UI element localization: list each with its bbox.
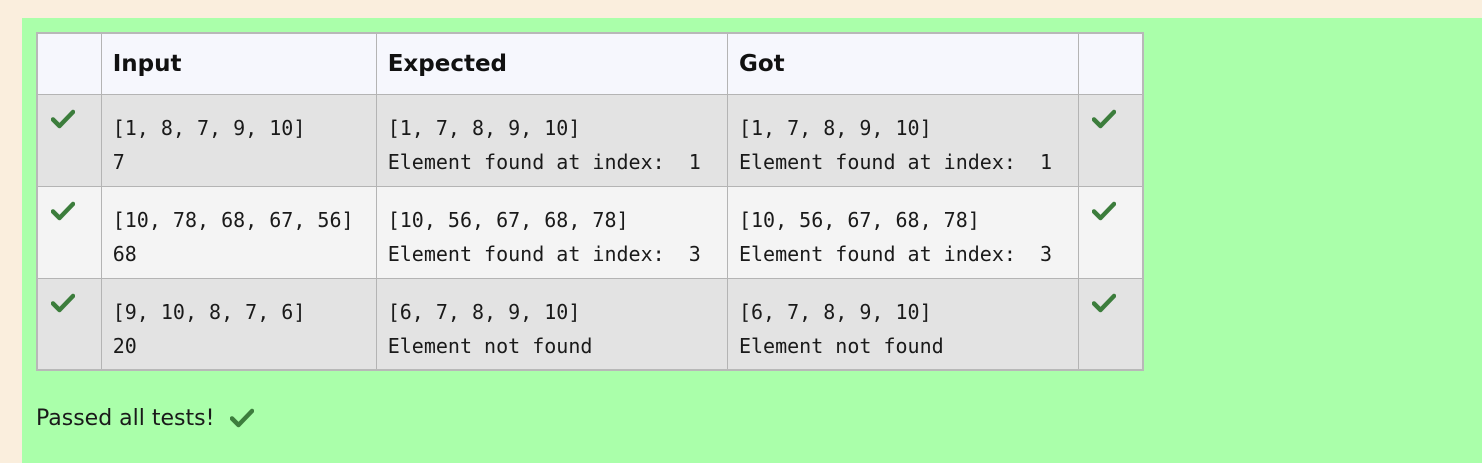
status-cell (36, 277, 102, 371)
check-icon (1092, 109, 1117, 128)
table-row: [1, 8, 7, 9, 10] 7 [1, 7, 8, 9, 10] Elemen… (36, 93, 1144, 187)
table-header-row: Input Expected Got (36, 32, 1144, 95)
expected-message: Element found at index: 3 (387, 241, 701, 266)
table-row: [9, 10, 8, 7, 6] 20 [6, 7, 8, 9, 10] Eleme… (36, 277, 1144, 371)
input-array: [1, 8, 7, 9, 10] (112, 115, 306, 140)
got-cell: [1, 7, 8, 9, 10] Element found at index: … (726, 93, 1080, 187)
check-icon (1092, 201, 1117, 220)
input-cell: [1, 8, 7, 9, 10] 7 (100, 93, 377, 187)
got-message: Element not found (738, 333, 944, 358)
expected-array: [6, 7, 8, 9, 10] (387, 299, 581, 324)
table-row: [10, 78, 68, 67, 56] 68 [10, 56, 67, 68, … (36, 185, 1144, 279)
expected-array: [10, 56, 67, 68, 78] (387, 207, 629, 232)
header-mark (1078, 32, 1144, 95)
expected-cell: [6, 7, 8, 9, 10] Element not found (375, 277, 728, 371)
got-message: Element found at index: 1 (738, 149, 1053, 174)
input-key: 68 (112, 241, 137, 266)
results-table: Input Expected Got [1, 8, 7, 9, 10] 7 [1,… (36, 32, 1144, 371)
expected-array: [1, 7, 8, 9, 10] (387, 115, 581, 140)
test-results-panel: Input Expected Got [1, 8, 7, 9, 10] 7 [1,… (22, 18, 1482, 463)
check-icon (230, 408, 255, 428)
got-array: [6, 7, 8, 9, 10] (738, 299, 932, 324)
header-status (36, 32, 102, 95)
mark-cell (1078, 277, 1144, 371)
got-cell: [10, 56, 67, 68, 78] Element found at ind… (726, 185, 1080, 279)
expected-cell: [10, 56, 67, 68, 78] Element found at ind… (375, 185, 728, 279)
input-array: [10, 78, 68, 67, 56] (112, 207, 354, 232)
check-icon (1092, 293, 1117, 312)
summary-message: Passed all tests! (36, 403, 255, 433)
input-cell: [9, 10, 8, 7, 6] 20 (100, 277, 377, 371)
check-icon (51, 293, 75, 312)
status-cell (36, 185, 102, 279)
header-expected: Expected (375, 32, 728, 95)
expected-message: Element not found (387, 333, 593, 358)
header-input: Input (100, 32, 377, 95)
expected-cell: [1, 7, 8, 9, 10] Element found at index: … (375, 93, 728, 187)
summary-text: Passed all tests! (36, 405, 215, 431)
got-cell: [6, 7, 8, 9, 10] Element not found (726, 277, 1080, 371)
mark-cell (1078, 185, 1144, 279)
got-message: Element found at index: 3 (738, 241, 1053, 266)
header-got: Got (726, 32, 1080, 95)
status-cell (36, 93, 102, 187)
input-cell: [10, 78, 68, 67, 56] 68 (100, 185, 377, 279)
check-icon (51, 109, 75, 128)
input-key: 7 (112, 149, 125, 174)
expected-message: Element found at index: 1 (387, 149, 701, 174)
check-icon (51, 201, 75, 220)
got-array: [10, 56, 67, 68, 78] (738, 207, 980, 232)
mark-cell (1078, 93, 1144, 187)
got-array: [1, 7, 8, 9, 10] (738, 115, 932, 140)
input-array: [9, 10, 8, 7, 6] (112, 299, 306, 324)
input-key: 20 (112, 333, 137, 358)
